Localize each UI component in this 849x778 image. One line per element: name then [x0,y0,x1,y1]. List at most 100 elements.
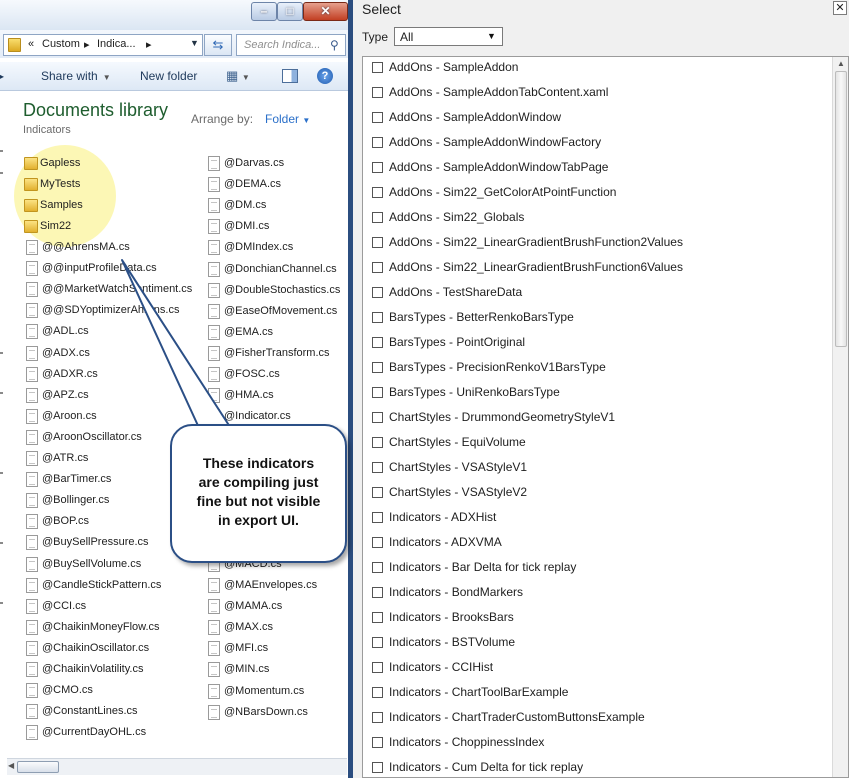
file-icon [26,683,38,699]
close-button[interactable]: ✕ [303,2,348,21]
item-checkbox[interactable] [372,662,383,673]
file-icon [26,282,38,298]
item-label: @@AhrensMA.cs [42,241,130,253]
item-label: Indicators - Bar Delta for tick replay [389,560,577,574]
item-checkbox[interactable] [372,562,383,573]
scrollbar-thumb[interactable] [17,761,59,773]
item-label: @DonchianChannel.cs [224,262,337,275]
file-icon [208,282,220,298]
arrange-by-dropdown[interactable]: Folder ▼ [265,112,310,126]
item-checkbox[interactable] [372,712,383,723]
item-label: AddOns - Sim22_GetColorAtPointFunction [389,185,617,199]
item-checkbox[interactable] [372,187,383,198]
item-checkbox[interactable] [372,537,383,548]
scroll-left-icon[interactable]: ◀ [8,761,14,770]
item-label: @CandleStickPattern.cs [42,578,162,591]
file-icon [26,662,38,677]
type-select-value: All [400,30,414,44]
file-icon [208,156,220,171]
item-label: @@SDYoptimizerAhrens.cs [42,304,180,317]
item-checkbox[interactable] [372,262,383,273]
item-label: BarsTypes - BetterRenkoBarsType [389,310,574,324]
file-icon [208,641,220,657]
item-label: @ConstantLines.cs [42,705,138,718]
item-checkbox[interactable] [372,512,383,523]
item-label: ChartStyles - VSAStyleV1 [389,460,528,474]
vertical-scrollbar[interactable]: ▲ [832,57,848,777]
close-icon[interactable]: ✕ [833,1,847,15]
library-title: Documents library [23,100,169,120]
scrollbar-thumb[interactable] [835,71,847,347]
item-label: Indicators - ADXVMA [389,535,502,549]
item-checkbox[interactable] [372,487,383,498]
search-box[interactable]: Search Indica... ⚲ [236,34,346,56]
item-checkbox[interactable] [372,212,383,223]
item-checkbox[interactable] [372,637,383,648]
item-label: AddOns - SampleAddonTabContent.xaml [389,85,609,99]
item-label: @DMI.cs [224,220,270,233]
item-label: Gapless [40,157,81,169]
new-folder-button[interactable]: New folder [140,69,197,83]
file-icon [26,261,38,277]
address-separator[interactable]: ▸ [84,38,90,51]
search-icon[interactable]: ⚲ [330,38,339,52]
file-icon [208,345,220,361]
item-label: MyTests [40,178,81,190]
address-separator[interactable]: ▸ [146,38,152,51]
item-checkbox[interactable] [372,62,383,73]
item-checkbox[interactable] [372,437,383,448]
address-overflow[interactable]: « [28,38,34,50]
chevron-down-icon[interactable]: ▼ [190,38,199,48]
item-label: @Aroon.cs [42,409,97,422]
item-label: Indicators - Cum Delta for tick replay [389,760,584,774]
maximize-button[interactable]: □ [277,2,303,21]
file-icon [26,408,38,424]
folder-icon [24,157,38,170]
item-checkbox[interactable] [372,587,383,598]
share-with-button[interactable]: Share with ▼ [41,69,111,83]
item-checkbox[interactable] [372,762,383,773]
item-checkbox[interactable] [372,387,383,398]
minimize-button[interactable]: – [251,2,277,21]
explorer-window: – □ ✕ « Custom ▸ Indica... ▸ ▼ ⇆ Search … [0,0,353,778]
file-icon [26,704,38,720]
search-placeholder: Search Indica... [244,39,321,51]
item-checkbox[interactable] [372,162,383,173]
preview-pane-icon[interactable] [282,69,298,83]
navigation-pane-edge[interactable] [0,92,6,752]
item-checkbox[interactable] [372,312,383,323]
item-label: ChartStyles - DrummondGeometryStyleV1 [389,410,616,424]
type-select[interactable]: All ▼ [394,27,503,46]
horizontal-scrollbar[interactable]: ◀ [7,758,347,775]
address-segment-custom[interactable]: Custom [42,38,80,50]
file-icon [26,556,38,572]
item-checkbox[interactable] [372,237,383,248]
refresh-button[interactable]: ⇆ [204,34,232,56]
scroll-up-icon[interactable]: ▲ [837,59,845,68]
item-checkbox[interactable] [372,412,383,423]
item-checkbox[interactable] [372,612,383,623]
item-checkbox[interactable] [372,737,383,748]
help-icon[interactable]: ? [317,68,333,84]
item-label: @EaseOfMovement.cs [224,304,338,317]
item-checkbox[interactable] [372,87,383,98]
address-segment-indicators[interactable]: Indica... [97,38,136,50]
change-view-icon[interactable]: ▦ ▼ [226,68,250,84]
address-bar[interactable]: « Custom ▸ Indica... ▸ ▼ [3,34,203,56]
item-checkbox[interactable] [372,462,383,473]
file-icon [26,324,38,340]
item-checkbox[interactable] [372,687,383,698]
callout-box: These indicators are compiling just fine… [170,424,347,563]
dialog-title: Select [362,1,401,17]
item-checkbox[interactable] [372,287,383,298]
file-icon [208,388,220,404]
item-checkbox[interactable] [372,362,383,373]
item-checkbox[interactable] [372,337,383,348]
arrange-by-label: Arrange by: [191,112,254,126]
item-label: @MFI.cs [224,642,269,655]
file-icon [26,514,38,530]
item-checkbox[interactable] [372,137,383,148]
toolbar-overflow-arrow[interactable]: ▸ [0,69,4,83]
item-label: @FisherTransform.cs [224,346,330,359]
item-checkbox[interactable] [372,112,383,123]
